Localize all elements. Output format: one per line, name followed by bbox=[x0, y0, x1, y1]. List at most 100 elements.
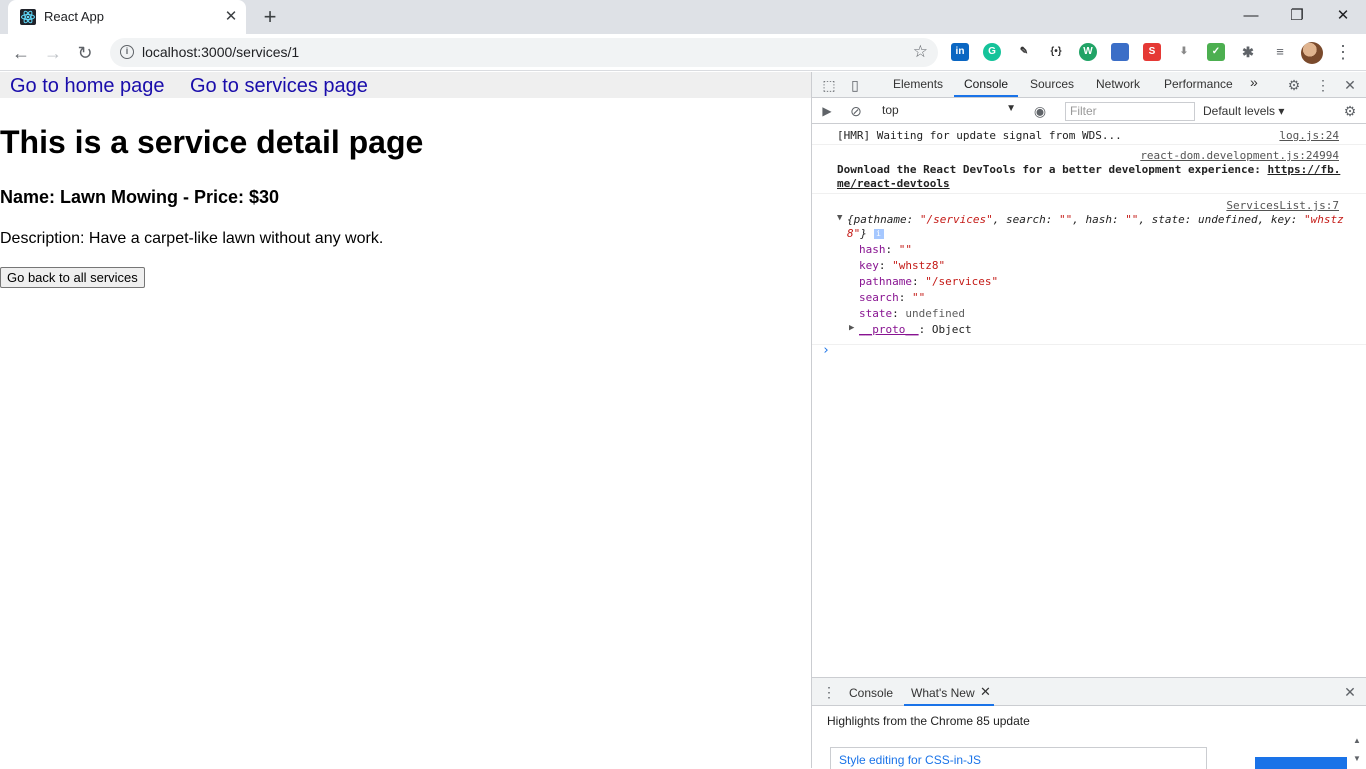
browser-toolbar: ← → ↻ i localhost:3000/services/1 ☆ in G… bbox=[0, 34, 1366, 71]
message-source-link[interactable]: ServicesList.js:7 bbox=[1226, 199, 1339, 212]
expand-triangle-icon[interactable]: ▼ bbox=[837, 213, 842, 223]
tab-sources[interactable]: Sources bbox=[1030, 77, 1074, 91]
message-source-link[interactable]: react-dom.development.js:24994 bbox=[1140, 149, 1339, 162]
back-button[interactable]: ← bbox=[8, 40, 34, 66]
service-name-price: Name: Lawn Mowing - Price: $30 bbox=[0, 187, 280, 207]
device-toolbar-icon[interactable]: ▯ bbox=[846, 76, 864, 94]
console-toolbar: ▶ ⊘ top ▼ ◉ Filter Default levels ▾ ⚙ bbox=[812, 99, 1366, 124]
info-icon[interactable]: i bbox=[120, 45, 134, 59]
close-drawer-icon[interactable]: ✕ bbox=[1341, 683, 1359, 701]
grammarly-extension-icon[interactable]: G bbox=[983, 43, 1001, 61]
address-bar[interactable]: i localhost:3000/services/1 ☆ bbox=[110, 38, 938, 67]
services-page-link[interactable]: Go to services page bbox=[190, 75, 368, 98]
download-extension-icon[interactable]: ⬇ bbox=[1175, 43, 1193, 61]
eye-icon[interactable]: ◉ bbox=[1031, 102, 1049, 120]
tab-performance[interactable]: Performance bbox=[1164, 77, 1233, 91]
page-title: This is a service detail page bbox=[0, 124, 424, 160]
bookmark-star-icon[interactable]: ☆ bbox=[913, 42, 928, 62]
whats-new-card-title[interactable]: Style editing for CSS-in-JS bbox=[839, 753, 981, 767]
active-tab-indicator bbox=[954, 95, 1018, 97]
log-levels-dropdown[interactable]: Default levels ▾ bbox=[1203, 104, 1284, 118]
url-text[interactable]: localhost:3000/services/1 bbox=[142, 44, 299, 60]
media-queue-icon[interactable]: ≡ bbox=[1271, 43, 1289, 61]
console-prompt[interactable]: › bbox=[822, 343, 830, 358]
more-tabs-icon[interactable]: » bbox=[1250, 74, 1258, 90]
scroll-up-icon[interactable]: ▲ bbox=[1353, 736, 1361, 745]
page-nav: Go to home page Go to services page bbox=[0, 72, 811, 98]
settings-gear-icon[interactable]: ⚙ bbox=[1285, 76, 1303, 94]
color-picker-extension-icon[interactable]: ✎ bbox=[1015, 43, 1033, 61]
clear-console-icon[interactable]: ⊘ bbox=[847, 102, 865, 120]
restore-button[interactable]: ❐ bbox=[1274, 4, 1320, 28]
whats-new-card[interactable]: Style editing for CSS-in-JS bbox=[830, 747, 1207, 769]
service-description: Description: Have a carpet-like lawn wit… bbox=[0, 230, 384, 247]
sidebar-toggle-icon[interactable]: ▶ bbox=[818, 102, 836, 120]
whats-new-card-image bbox=[1255, 757, 1347, 769]
linkedin-extension-icon[interactable]: in bbox=[951, 43, 969, 61]
info-badge-icon[interactable]: i bbox=[873, 229, 884, 239]
puzzle-extensions-icon[interactable]: ✱ bbox=[1239, 43, 1257, 61]
console-message: [HMR] Waiting for update signal from WDS… bbox=[812, 125, 1366, 145]
shield-extension-icon[interactable]: S bbox=[1143, 43, 1161, 61]
tab-close-icon[interactable]: ✕ bbox=[222, 8, 240, 26]
drawer-menu-icon[interactable]: ⋮ bbox=[820, 683, 838, 701]
minimize-button[interactable]: — bbox=[1228, 4, 1274, 28]
tab-network[interactable]: Network bbox=[1096, 77, 1140, 91]
close-window-button[interactable]: ✕ bbox=[1320, 4, 1366, 28]
tab-strip: React App ✕ + — ❐ ✕ bbox=[0, 0, 1366, 34]
browser-tab[interactable]: React App ✕ bbox=[8, 0, 246, 34]
message-source-link[interactable]: log.js:24 bbox=[1279, 129, 1339, 142]
close-devtools-icon[interactable]: ✕ bbox=[1341, 76, 1359, 94]
window-extension-icon[interactable] bbox=[1111, 43, 1129, 61]
wordpress-extension-icon[interactable]: W bbox=[1079, 43, 1097, 61]
react-devtools-link-cont[interactable]: me/react-devtools bbox=[837, 177, 950, 190]
inspect-element-icon[interactable]: ⬚ bbox=[820, 76, 838, 94]
active-drawer-tab-indicator bbox=[904, 704, 994, 706]
devtools-tab-bar: ⬚ ▯ Elements Console Sources Network Per… bbox=[812, 72, 1366, 98]
tab-elements[interactable]: Elements bbox=[893, 77, 943, 91]
context-select[interactable]: top ▼ bbox=[882, 103, 1016, 119]
whats-new-heading: Highlights from the Chrome 85 update bbox=[827, 714, 1030, 728]
console-settings-icon[interactable]: ⚙ bbox=[1341, 102, 1359, 120]
tab-console[interactable]: Console bbox=[964, 77, 1008, 91]
react-devtools-link[interactable]: https://fb. bbox=[1267, 163, 1340, 176]
console-output: [HMR] Waiting for update signal from WDS… bbox=[812, 125, 1366, 677]
dropdown-arrow-icon: ▼ bbox=[1006, 103, 1016, 114]
object-summary-cont: 8"} i bbox=[847, 227, 884, 240]
object-property: hash: "" bbox=[859, 243, 912, 256]
page-content: Go to home page Go to services page This… bbox=[0, 72, 811, 768]
console-message: ServicesList.js:7 ▼ {pathname: "/service… bbox=[812, 195, 1366, 345]
console-message: react-dom.development.js:24994 Download … bbox=[812, 146, 1366, 194]
collapse-triangle-icon[interactable]: ▶ bbox=[849, 323, 854, 333]
message-text: Download the React DevTools for a better… bbox=[837, 163, 1341, 176]
forward-button[interactable]: → bbox=[40, 40, 66, 66]
react-logo-icon bbox=[20, 9, 36, 25]
devtools-panel: ⬚ ▯ Elements Console Sources Network Per… bbox=[811, 72, 1366, 769]
new-tab-button[interactable]: + bbox=[258, 5, 282, 29]
drawer-tab-console[interactable]: Console bbox=[849, 686, 893, 700]
json-extension-icon[interactable]: {•} bbox=[1047, 43, 1065, 61]
drawer-tab-bar: ⋮ Console What's New ✕ ✕ bbox=[812, 678, 1366, 706]
context-value: top bbox=[882, 103, 899, 117]
back-to-services-button[interactable]: Go back to all services bbox=[0, 267, 145, 288]
devtools-menu-icon[interactable]: ⋮ bbox=[1314, 76, 1332, 94]
object-property: pathname: "/services" bbox=[859, 275, 999, 288]
devtools-drawer: ⋮ Console What's New ✕ ✕ Highlights from… bbox=[812, 677, 1366, 769]
close-whats-new-icon[interactable]: ✕ bbox=[980, 684, 991, 700]
profile-avatar[interactable] bbox=[1301, 42, 1323, 64]
tab-title: React App bbox=[44, 9, 104, 24]
log-levels-label: Default levels bbox=[1203, 104, 1276, 118]
reload-button[interactable]: ↻ bbox=[72, 40, 98, 66]
browser-menu-icon[interactable]: ⋮ bbox=[1334, 41, 1352, 63]
object-property-proto[interactable]: __proto__: Object bbox=[859, 323, 972, 336]
message-text: [HMR] Waiting for update signal from WDS… bbox=[837, 129, 1122, 142]
inbox-extension-icon[interactable]: ✓ bbox=[1207, 43, 1225, 61]
console-filter-input[interactable]: Filter bbox=[1065, 102, 1195, 121]
home-page-link[interactable]: Go to home page bbox=[10, 75, 165, 98]
object-property: state: undefined bbox=[859, 307, 965, 320]
drawer-tab-whats-new[interactable]: What's New bbox=[911, 686, 975, 700]
scroll-down-icon[interactable]: ▼ bbox=[1353, 754, 1361, 763]
object-property: search: "" bbox=[859, 291, 926, 304]
object-summary[interactable]: {pathname: "/services", search: "", hash… bbox=[847, 213, 1344, 226]
object-property: key: "whstz8" bbox=[859, 259, 946, 272]
